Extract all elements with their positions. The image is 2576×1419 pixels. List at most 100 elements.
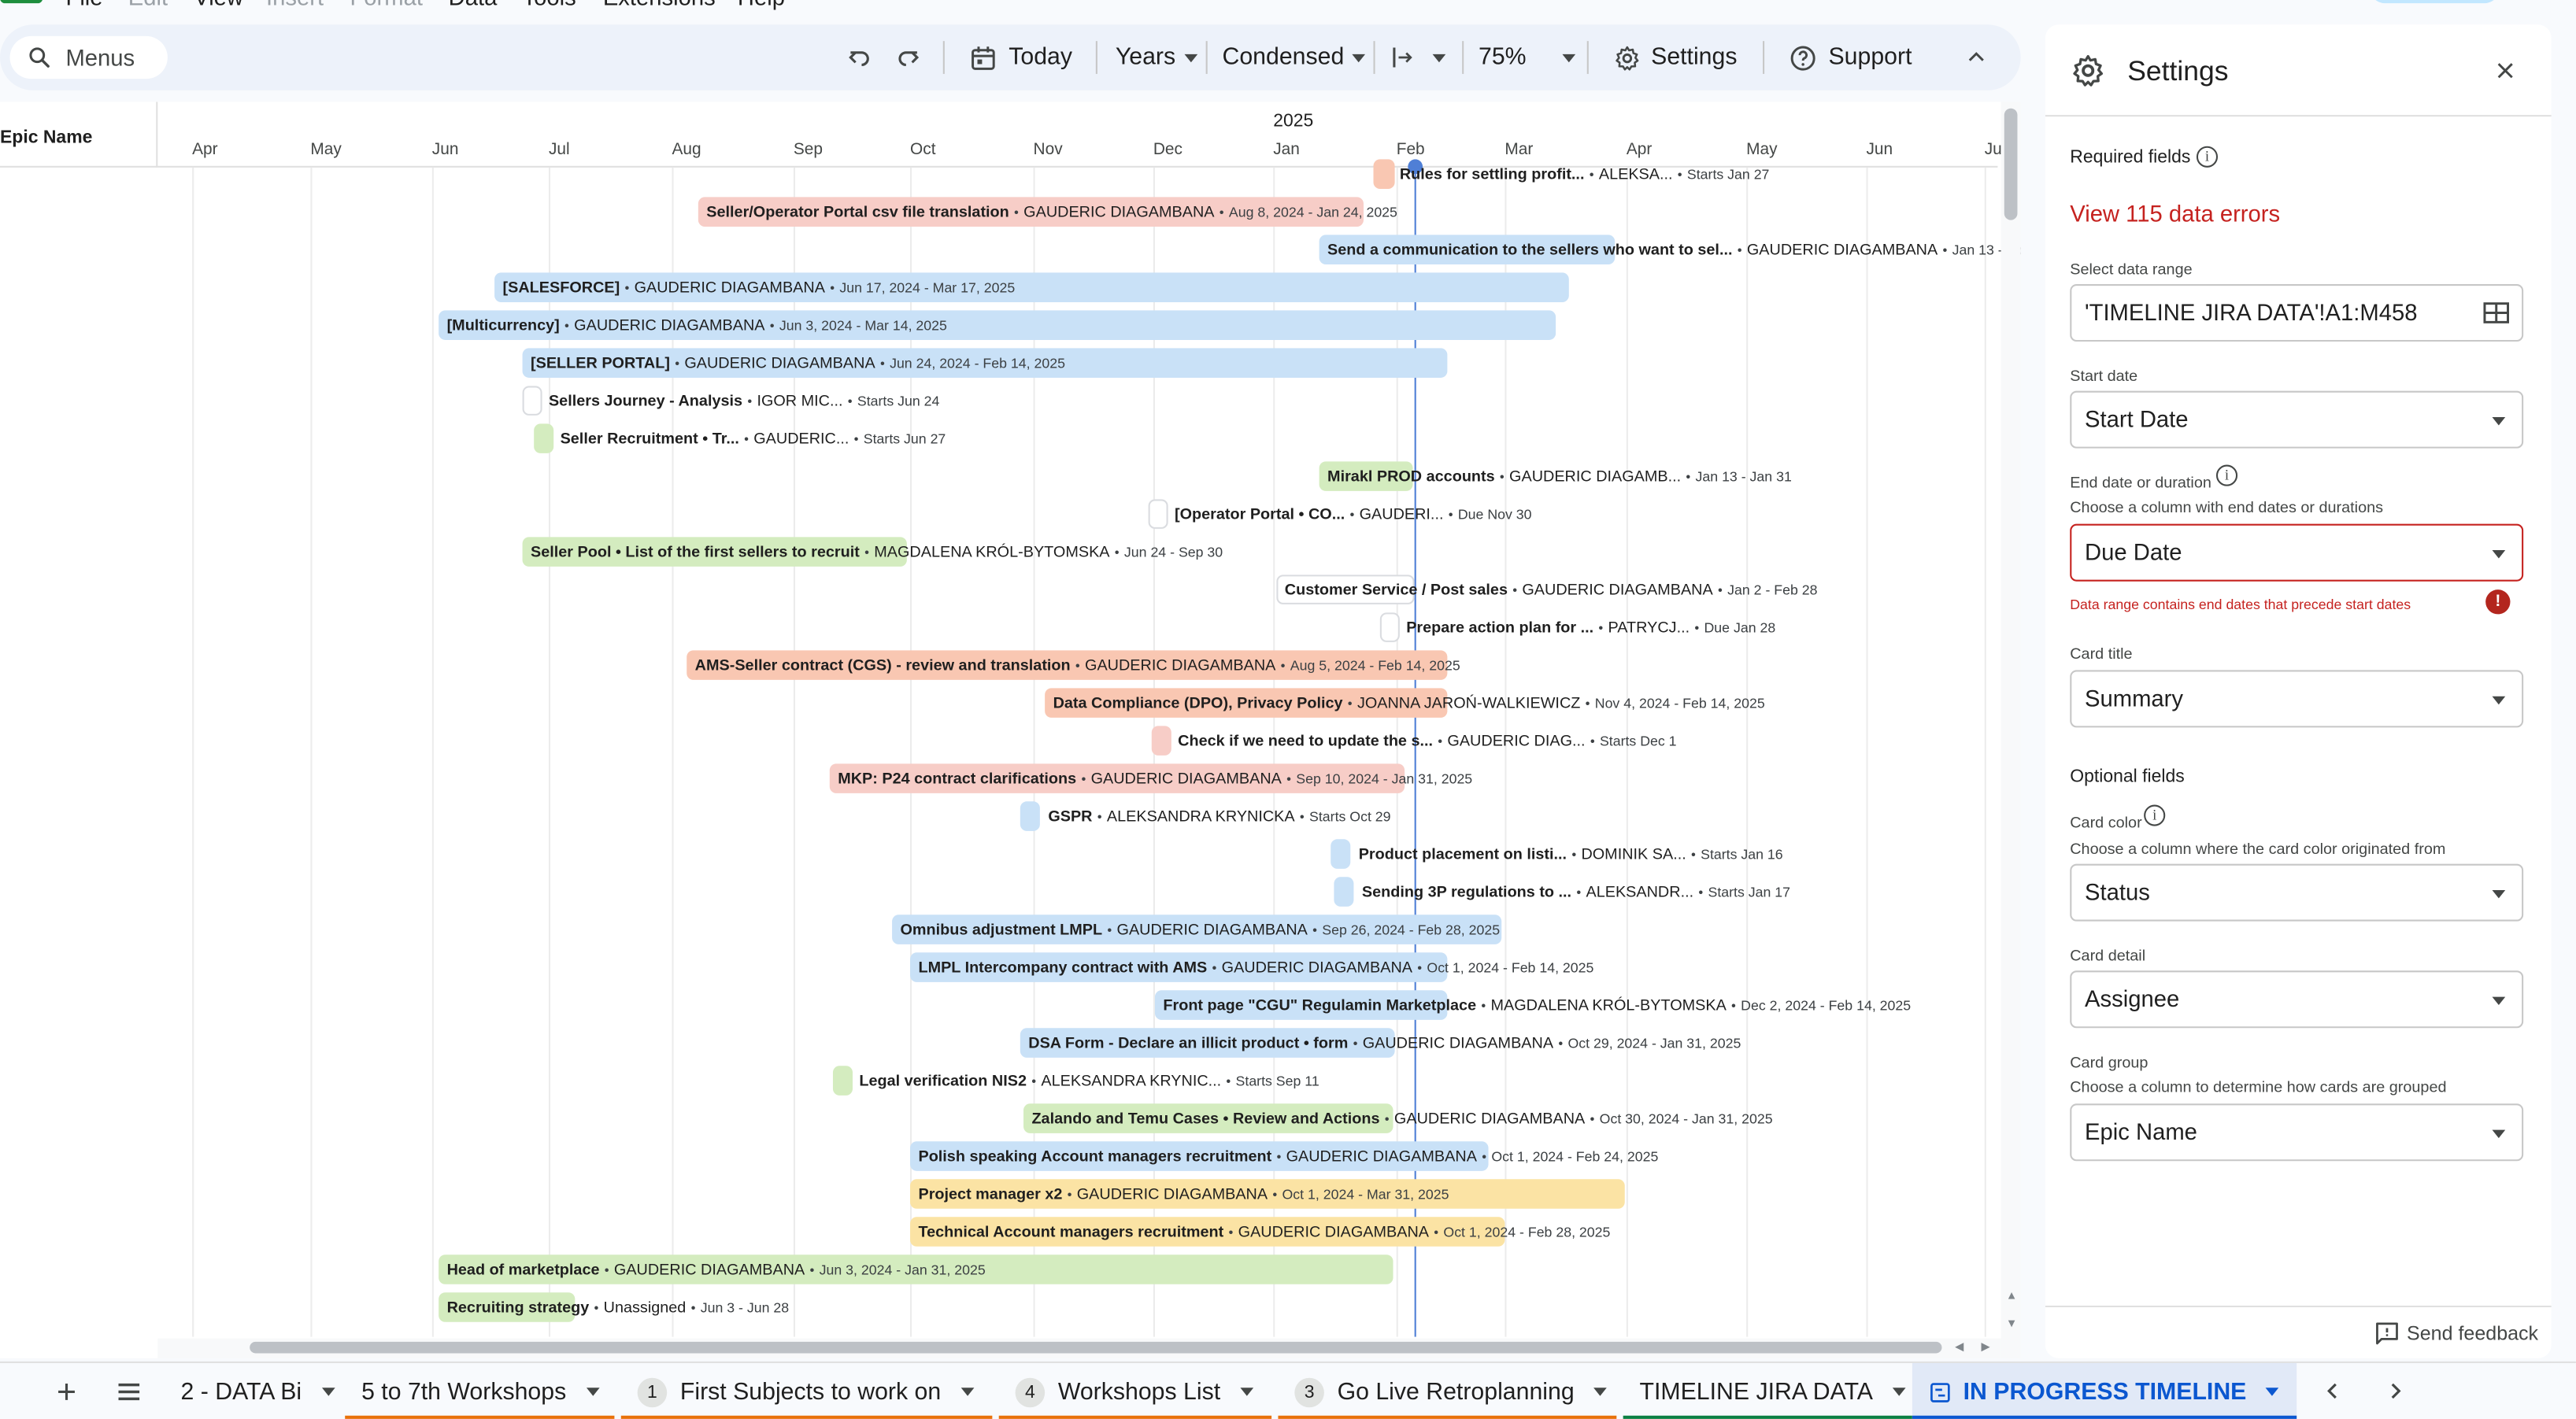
menu-file[interactable]: File [65, 0, 102, 10]
timeline-card[interactable]: MKP: P24 contract clarifications • GAUDERI… [0, 763, 1997, 793]
sheet-tab[interactable]: TIMELINE JIRA DATA [1623, 1363, 1912, 1419]
menu-extensions[interactable]: Extensions [603, 0, 716, 10]
card-bar[interactable] [1148, 499, 1168, 529]
scroll-up-arrow[interactable]: ▲ [2006, 1291, 2017, 1303]
sheet-tab[interactable]: 4 Workshops List [998, 1363, 1272, 1419]
scroll-down-arrow[interactable]: ▼ [2006, 1319, 2017, 1331]
chevron-down-icon[interactable] [1240, 1388, 1253, 1396]
timeline-card[interactable]: Zalando and Temu Cases • Review and Acti… [0, 1103, 1997, 1133]
horizontal-scroll-thumb[interactable] [250, 1341, 1942, 1354]
sheet-tab[interactable]: 5 to 7th Workshops [345, 1363, 615, 1419]
card-group-select[interactable]: Epic Name [2070, 1103, 2524, 1162]
timeline-card[interactable]: [Operator Portal • CO... • GAUDERI... • Due … [0, 499, 1997, 529]
timeline-card[interactable]: Omnibus adjustment LMPL • GAUDERIC DIAGAMB… [0, 915, 1997, 944]
all-sheets-icon[interactable] [115, 1380, 142, 1404]
timeline-card[interactable]: GSPR • ALEKSANDRA KRYNICKA • Starts Oct 29 [0, 801, 1997, 831]
undo-button[interactable] [845, 38, 875, 77]
timeline-card[interactable]: DSA Form - Declare an illicit product • … [0, 1028, 1997, 1058]
chevron-down-icon[interactable] [1593, 1388, 1608, 1396]
timeline-card[interactable]: Customer Service / Post sales • GAUDERIC D… [0, 575, 1997, 604]
timeline-card[interactable]: Polish speaking Account managers recruit… [0, 1141, 1997, 1171]
card-color-select[interactable]: Status [2070, 863, 2524, 922]
menu-insert[interactable]: Insert [266, 0, 324, 10]
info-icon[interactable]: i [2215, 464, 2238, 486]
share-button[interactable] [2369, 0, 2500, 4]
zoom-dropdown[interactable]: 75% [1479, 38, 1576, 77]
chevron-down-icon[interactable] [321, 1388, 335, 1396]
vertical-scroll-thumb[interactable] [2004, 108, 2018, 220]
timeline-card[interactable]: Check if we need to update the s... • GAUD… [0, 726, 1997, 756]
sheet-tab[interactable]: 3 Go Live Retroplanning [1278, 1363, 1617, 1419]
timeline-card[interactable]: Front page "CGU" Regulamin Marketplace • M… [0, 990, 1997, 1020]
sheet-tab[interactable]: IN PROGRESS TIMELINE [1912, 1362, 2297, 1419]
data-errors-link[interactable]: View 115 data errors [2070, 201, 2280, 227]
menu-help[interactable]: Help [738, 0, 785, 10]
timeline-card[interactable]: Mirakl PROD accounts • GAUDERIC DIAGAMB...… [0, 461, 1997, 491]
sheet-tab[interactable]: 1 First Subjects to work on [620, 1363, 993, 1419]
add-sheet-icon[interactable] [54, 1380, 79, 1404]
timeline-card[interactable]: [SALESFORCE] • GAUDERIC DIAGAMBANA • Jun 17,… [0, 272, 1997, 302]
data-range-field[interactable]: 'TIMELINE JIRA DATA'!A1:M458 [2070, 283, 2524, 342]
info-icon[interactable]: i [2196, 146, 2219, 168]
chevron-down-icon[interactable] [2266, 1388, 2280, 1396]
card-bar[interactable] [832, 1066, 853, 1096]
menu-tools[interactable]: Tools [523, 0, 576, 10]
end-date-select[interactable]: Due Date [2070, 523, 2524, 582]
card-bar[interactable] [1020, 801, 1040, 831]
timeline-card[interactable]: Project manager x2 • GAUDERIC DIAGAMBANA • O… [0, 1179, 1997, 1209]
scroll-left-arrow[interactable]: ◀ [1955, 1340, 1963, 1354]
timeline-card[interactable]: Seller/Operator Portal csv file translat… [0, 197, 1997, 227]
scroll-right-arrow[interactable]: ▶ [1982, 1340, 1990, 1354]
vertical-scrollbar[interactable]: ▲ ▼ [2000, 102, 2021, 1358]
timeline-card[interactable]: Sellers Journey - Analysis • IGOR MIC... • S… [0, 386, 1997, 416]
timeline-card[interactable]: Sending 3P regulations to ... • ALEKSANDR.… [0, 877, 1997, 907]
timeline-card[interactable]: Seller Pool • List of the first sellers … [0, 537, 1997, 567]
timeline-card[interactable]: Legal verification NIS2 • ALEKSANDRA KRYNI… [0, 1066, 1997, 1096]
timeline-card[interactable]: Product placement on listi... • DOMINIK SA… [0, 839, 1997, 869]
chevron-down-icon[interactable] [586, 1388, 599, 1396]
support-button[interactable]: Support [1789, 38, 1912, 77]
fit-button[interactable] [1390, 38, 1446, 77]
card-bar[interactable] [1334, 877, 1354, 907]
card-bar[interactable] [1373, 159, 1395, 189]
card-bar[interactable] [1331, 839, 1351, 869]
timeline-card[interactable]: Technical Account managers recruitment • G… [0, 1217, 1997, 1247]
card-detail-select[interactable]: Assignee [2070, 970, 2524, 1029]
timeline-card[interactable]: [Multicurrency] • GAUDERIC DIAGAMBANA • Jun … [0, 310, 1997, 340]
redo-button[interactable] [894, 38, 923, 77]
timeline-card[interactable]: Head of marketplace • GAUDERIC DIAGAMBANA •… [0, 1255, 1997, 1284]
timeline-card[interactable]: Seller Recruitment • Tr... • GAUDERIC... • S… [0, 423, 1997, 453]
today-button[interactable]: Today [969, 38, 1072, 77]
sheets-logo[interactable] [0, 0, 43, 4]
settings-button[interactable]: Settings [1613, 38, 1737, 77]
timeline-card[interactable]: [SELLER PORTAL] • GAUDERIC DIAGAMBANA • Jun … [0, 348, 1997, 378]
timeline-card[interactable]: AMS-Seller contract (CGS) - review and t… [0, 650, 1997, 680]
timeline-card[interactable]: Rules for settling profit... • ALEKSA... • S… [0, 159, 1997, 189]
timeline-card[interactable]: Prepare action plan for ... • PATRYCJ... • D… [0, 612, 1997, 642]
card-bar[interactable] [534, 423, 554, 453]
grid-select-icon[interactable] [2482, 301, 2510, 325]
menu-format[interactable]: Format [350, 0, 423, 10]
timeline-card[interactable]: Data Compliance (DPO), Privacy Policy • JO… [0, 688, 1997, 718]
card-bar[interactable] [1151, 726, 1171, 756]
horizontal-scrollbar[interactable]: ◀ ▶ [157, 1338, 2001, 1358]
start-date-select[interactable]: Start Date [2070, 390, 2524, 449]
card-bar[interactable] [1379, 612, 1400, 642]
chevron-down-icon[interactable] [1432, 53, 1446, 62]
menu-edit[interactable]: Edit [128, 0, 168, 10]
card-bar[interactable] [522, 386, 542, 416]
menu-data[interactable]: Data [449, 0, 498, 10]
chevron-down-icon[interactable] [1893, 1388, 1906, 1396]
timeline-card[interactable]: Recruiting strategy • Unassigned • Jun 3 - J… [0, 1292, 1997, 1322]
menu-view[interactable]: View [194, 0, 243, 10]
timeline-card[interactable]: LMPL Intercompany contract with AMS • GAUD… [0, 952, 1997, 982]
close-icon[interactable] [2494, 59, 2517, 82]
chevron-right-icon[interactable] [2384, 1380, 2407, 1402]
card-title-select[interactable]: Summary [2070, 670, 2524, 728]
chevron-down-icon[interactable] [960, 1388, 974, 1396]
menus-search[interactable]: Menus [9, 35, 168, 79]
info-icon[interactable]: i [2144, 804, 2166, 826]
years-dropdown[interactable]: Years [1116, 38, 1197, 77]
condensed-dropdown[interactable]: Condensed [1223, 38, 1366, 77]
chevron-left-icon[interactable] [2322, 1380, 2345, 1402]
